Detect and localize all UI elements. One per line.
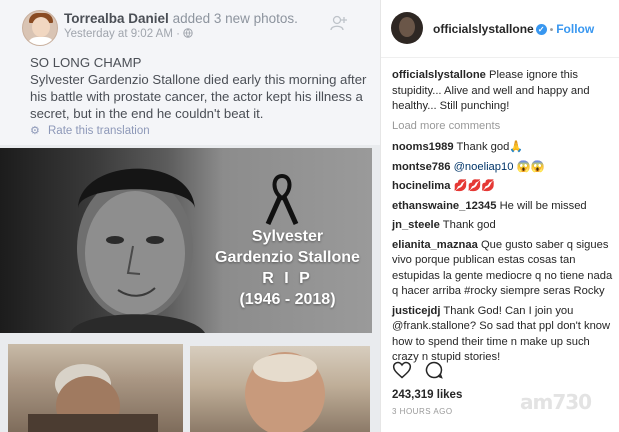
action-bar [392, 360, 614, 382]
memorial-image[interactable]: Sylvester Gardenzio Stallone R I P (1946… [0, 148, 372, 333]
photo-thumbnail-1[interactable] [8, 344, 183, 432]
globe-icon [183, 28, 193, 38]
add-friend-icon[interactable] [330, 14, 348, 32]
post-action: added 3 new photos. [172, 11, 298, 26]
comment-icon[interactable] [424, 360, 444, 380]
post-meta: Yesterday at 9:02 AM · [64, 28, 193, 40]
photo-grid [0, 336, 380, 432]
gear-icon: ⚙ [30, 125, 40, 137]
comment-username[interactable]: justicejdj [392, 305, 441, 317]
dot-separator: · [176, 28, 184, 40]
verified-badge-icon: ✓ [535, 24, 547, 36]
post-time: 3 HOURS AGO [392, 407, 453, 416]
post-timestamp[interactable]: Yesterday at 9:02 AM [64, 28, 173, 40]
facebook-post: Torrealba Daniel added 3 new photos. Yes… [0, 0, 380, 145]
memorial-line-4: (1946 - 2018) [239, 291, 336, 308]
comment-text: 💋💋💋 [453, 180, 496, 192]
comment-text: Thank god [442, 219, 496, 231]
instagram-avatar[interactable] [391, 12, 423, 44]
comment: ethanswaine_12345 He will be missed [392, 199, 614, 215]
comment: justicejdj Thank God! Can I join you @fr… [392, 304, 614, 366]
instagram-panel: officialslystallone ✓ • Follow officialslys… [380, 0, 619, 432]
photo-2-image [245, 352, 325, 432]
comment: nooms1989 Thank god🙏 [392, 140, 614, 156]
load-more-comments[interactable]: Load more comments [392, 119, 614, 135]
comment-username[interactable]: elianita_maznaa [392, 239, 478, 251]
memorial-line-1: Sylvester [251, 228, 324, 245]
comment-username[interactable]: montse786 [392, 161, 450, 173]
comment-username[interactable]: ethanswaine_12345 [392, 200, 496, 212]
rate-translation[interactable]: ⚙ Rate this translation [30, 124, 150, 137]
dot-separator: • [549, 25, 554, 36]
caption: officialslystallone Please ignore this s… [392, 68, 614, 115]
comment: jn_steele Thank god [392, 218, 614, 234]
heart-icon[interactable] [392, 360, 412, 380]
facebook-panel: Torrealba Daniel added 3 new photos. Yes… [0, 0, 380, 432]
watermark-logo: am730 [520, 390, 592, 414]
portrait-image [70, 168, 205, 333]
follow-button[interactable]: Follow [556, 22, 594, 36]
mourning-ribbon-icon [265, 173, 299, 226]
memorial-line-3: R I P [262, 270, 313, 287]
comments-section: officialslystallone Please ignore this s… [392, 68, 614, 370]
comment: elianita_maznaa Que gusto saber q sigues… [392, 238, 614, 300]
post-heading: SO LONG CHAMP [30, 55, 142, 70]
memorial-line-2: Gardenzio Stallone [215, 249, 360, 266]
photo-1-image [28, 364, 158, 432]
comment-text: Thank god🙏 [456, 141, 524, 153]
instagram-username[interactable]: officialslystallone [433, 22, 534, 36]
comment-username[interactable]: hocinelima [392, 180, 450, 192]
instagram-header: officialslystallone ✓ • Follow [381, 0, 619, 58]
likes-count[interactable]: 243,319 likes [392, 389, 462, 401]
post-text: SO LONG CHAMP Sylvester Gardenzio Stallo… [30, 54, 370, 122]
comment-text: He will be missed [499, 199, 587, 212]
comment-text: @noeliap10 😱😱 [453, 160, 545, 173]
memorial-caption: Sylvester Gardenzio Stallone R I P (1946… [205, 226, 370, 310]
comment: hocinelima 💋💋💋 [392, 179, 614, 195]
photo-thumbnail-2[interactable] [190, 346, 370, 432]
comment: montse786 @noeliap10 😱😱 [392, 160, 614, 176]
instagram-user-row: officialslystallone ✓ • Follow [433, 22, 594, 36]
author-avatar[interactable] [22, 10, 58, 46]
rate-translation-label[interactable]: Rate this translation [48, 125, 150, 137]
caption-username[interactable]: officialslystallone [392, 69, 486, 81]
post-header: Torrealba Daniel added 3 new photos. [64, 11, 298, 26]
post-body: Sylvester Gardenzio Stallone died early … [30, 72, 367, 121]
comment-username[interactable]: jn_steele [392, 219, 440, 231]
comment-username[interactable]: nooms1989 [392, 141, 454, 153]
author-name[interactable]: Torrealba Daniel [64, 11, 169, 26]
